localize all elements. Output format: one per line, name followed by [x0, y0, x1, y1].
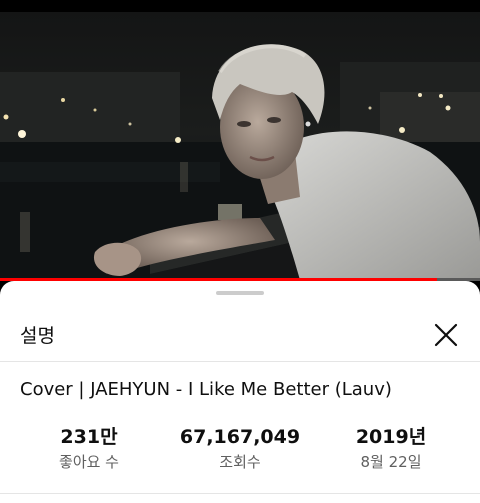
video-player[interactable]: [0, 12, 480, 280]
description-sheet: 설명 Cover | JAEHYUN - I Like Me Better (L…: [0, 281, 480, 503]
video-stats: 231만 좋아요 수 67,167,049 조회수 2019년 8월 22일: [0, 425, 480, 481]
views-label: 조회수: [219, 453, 261, 471]
date-stat: 2019년 8월 22일: [316, 425, 466, 473]
likes-label: 좋아요 수: [59, 453, 119, 471]
video-title: Cover | JAEHYUN - I Like Me Better (Lauv…: [20, 379, 392, 400]
publish-date: 8월 22일: [360, 453, 422, 471]
sheet-title: 설명: [20, 325, 55, 347]
likes-stat: 231만 좋아요 수: [14, 425, 164, 473]
views-count: 67,167,049: [179, 426, 301, 448]
stats-divider: [0, 493, 480, 494]
close-button[interactable]: [428, 317, 464, 353]
status-bar: [0, 0, 480, 12]
sheet-drag-handle[interactable]: [216, 291, 264, 295]
views-stat: 67,167,049 조회수: [165, 425, 315, 473]
publish-year: 2019년: [355, 426, 427, 448]
video-frame: [0, 12, 480, 280]
sheet-header: 설명: [0, 309, 480, 361]
header-divider: [0, 361, 480, 362]
likes-count: 231만: [60, 426, 118, 448]
close-icon: [434, 323, 458, 347]
